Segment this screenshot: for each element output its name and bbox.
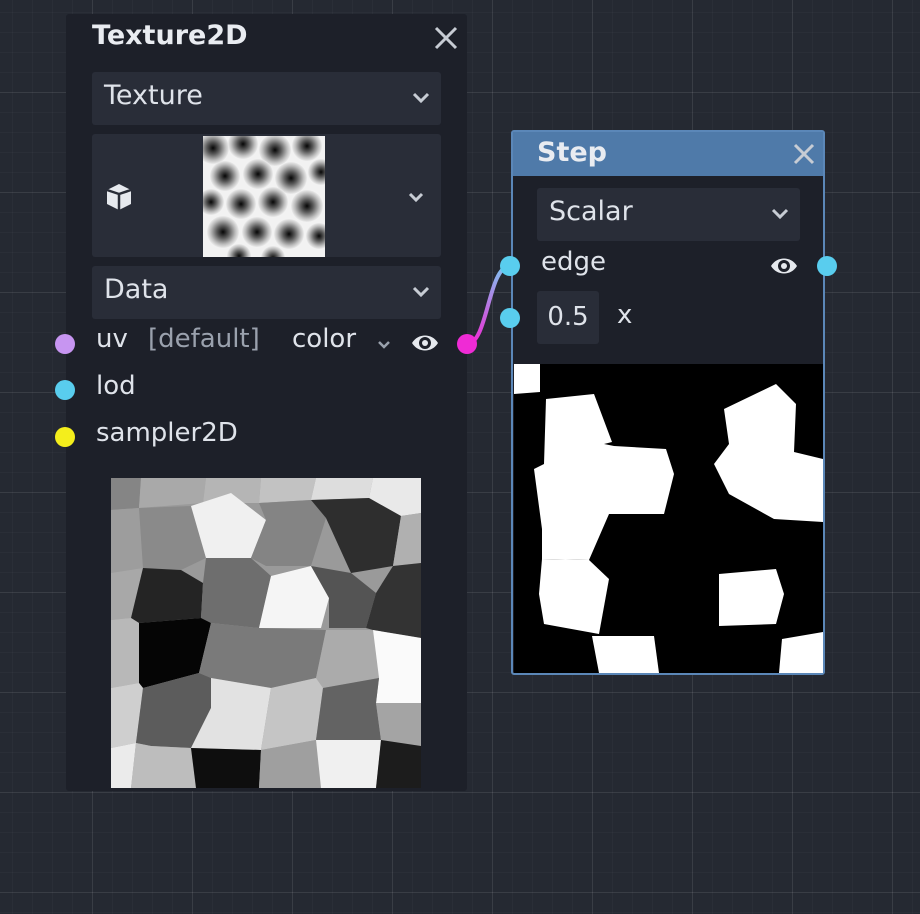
lod-port-label: lod — [96, 371, 136, 401]
close-icon[interactable] — [793, 143, 815, 165]
edge-port-label: edge — [541, 247, 606, 277]
texture2d-node[interactable]: Texture2D Texture Data uv [default] colo… — [55, 14, 477, 791]
x-value: 0.5 — [547, 302, 589, 332]
source-dropdown-value: Texture — [104, 80, 203, 111]
texture-picker[interactable] — [92, 134, 441, 257]
data-dropdown[interactable]: Data — [92, 266, 441, 319]
uv-input-port[interactable] — [55, 334, 75, 354]
color-output-port[interactable] — [457, 334, 477, 354]
type-dropdown-value: Scalar — [549, 196, 633, 227]
texture-thumbnail — [203, 136, 325, 257]
source-dropdown[interactable]: Texture — [92, 72, 441, 125]
lod-input-port[interactable] — [55, 380, 75, 400]
step-node[interactable]: Step Scalar edge 0.5 x — [500, 130, 837, 675]
step-preview — [514, 364, 823, 673]
sampler2d-input-port[interactable] — [55, 427, 75, 447]
chevron-down-icon[interactable] — [377, 340, 391, 350]
step-output-port[interactable] — [817, 256, 837, 276]
output-select-value[interactable]: color — [292, 324, 356, 354]
type-dropdown[interactable]: Scalar — [537, 188, 800, 241]
node-title: Step — [537, 137, 607, 168]
chevron-down-icon — [412, 286, 430, 298]
chevron-down-icon — [412, 92, 430, 104]
uv-default-label: [default] — [148, 324, 260, 354]
eye-icon[interactable] — [410, 330, 440, 356]
sampler2d-port-label: sampler2D — [96, 418, 238, 448]
eye-icon[interactable] — [769, 253, 799, 279]
node-title: Texture2D — [92, 20, 248, 51]
x-input-port[interactable] — [500, 308, 520, 328]
x-value-input[interactable]: 0.5 — [537, 291, 599, 344]
chevron-down-icon — [771, 208, 789, 220]
edge-input-port[interactable] — [500, 256, 520, 276]
cube-icon — [106, 184, 132, 210]
uv-port-label: uv — [96, 324, 128, 354]
x-port-label: x — [617, 300, 633, 330]
data-dropdown-value: Data — [104, 274, 169, 305]
close-icon[interactable] — [434, 26, 458, 50]
chevron-down-icon — [408, 192, 424, 203]
texture-preview — [111, 478, 421, 788]
